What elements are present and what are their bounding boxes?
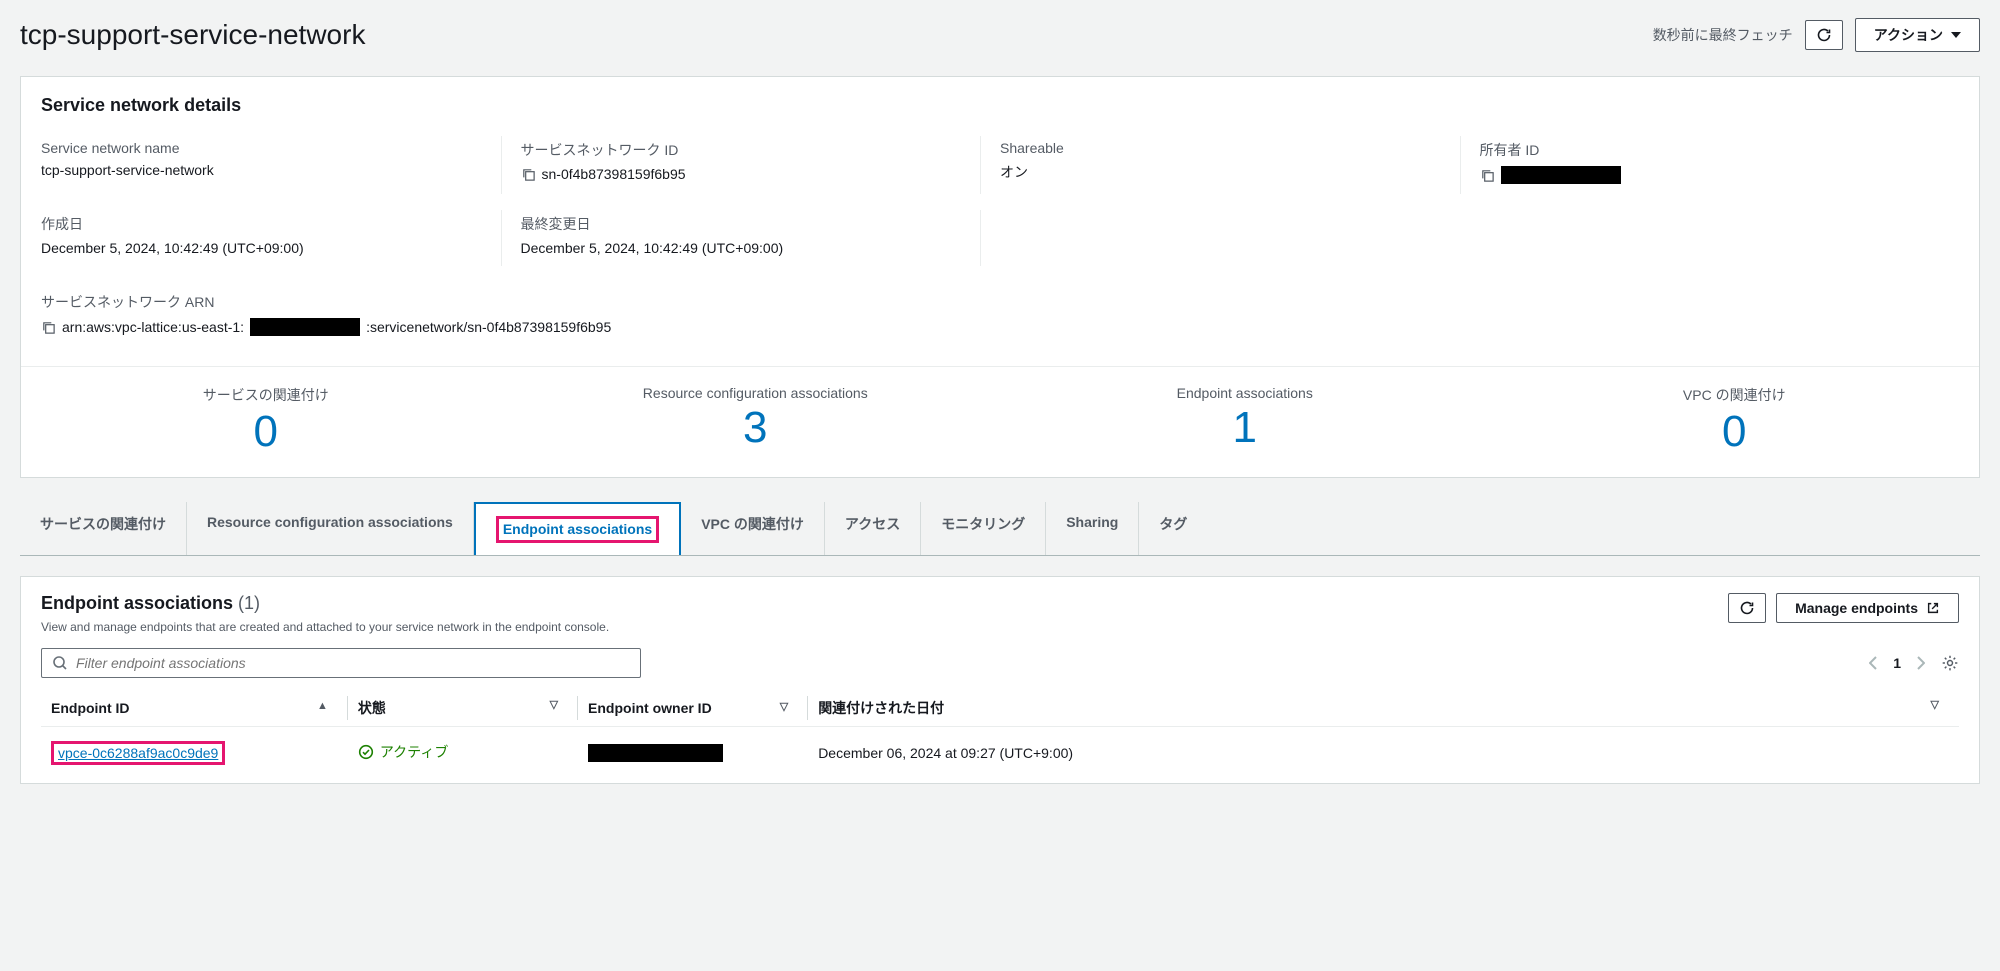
tab-resource-config[interactable]: Resource configuration associations xyxy=(187,502,474,555)
refresh-icon xyxy=(1739,600,1755,616)
table-row: vpce-0c6288af9ac0c9de9 アクティブ December 06… xyxy=(41,726,1959,783)
arn-prefix: arn:aws:vpc-lattice:us-east-1: xyxy=(62,319,244,335)
filter-box[interactable] xyxy=(41,648,641,678)
actions-button[interactable]: アクション xyxy=(1855,18,1980,52)
refresh-endpoint-button[interactable] xyxy=(1728,593,1766,623)
check-circle-icon xyxy=(358,744,374,760)
page-title: tcp-support-service-network xyxy=(20,19,365,51)
endpoint-title: Endpoint associations (1) xyxy=(41,593,260,613)
endpoint-id-link[interactable]: vpce-0c6288af9ac0c9de9 xyxy=(58,745,218,761)
next-page-icon[interactable] xyxy=(1917,656,1925,670)
owner-redacted xyxy=(1501,166,1621,184)
created-value: December 5, 2024, 10:42:49 (UTC+09:00) xyxy=(41,240,501,256)
tab-access[interactable]: アクセス xyxy=(825,502,921,555)
modified-value: December 5, 2024, 10:42:49 (UTC+09:00) xyxy=(521,240,981,256)
last-fetch-text: 数秒前に最終フェッチ xyxy=(1653,25,1793,45)
arn-suffix: :servicenetwork/sn-0f4b87398159f6b95 xyxy=(366,319,611,335)
col-endpoint-id[interactable]: Endpoint ID ▲ xyxy=(41,690,348,727)
external-link-icon xyxy=(1926,601,1940,615)
sort-icon: ▽ xyxy=(1931,698,1939,711)
copy-icon[interactable] xyxy=(1480,168,1495,183)
refresh-button[interactable] xyxy=(1805,20,1843,50)
stat-resource-config[interactable]: Resource configuration associations 3 xyxy=(511,367,1001,457)
tab-sharing[interactable]: Sharing xyxy=(1046,502,1139,555)
sort-icon: ▽ xyxy=(550,698,558,711)
tab-tags[interactable]: タグ xyxy=(1139,502,1207,555)
endpoint-desc: View and manage endpoints that are creat… xyxy=(41,620,609,634)
pagination: 1 xyxy=(1869,654,1959,672)
actions-label: アクション xyxy=(1874,25,1943,45)
arn-label: サービスネットワーク ARN xyxy=(41,292,1959,312)
details-panel-title: Service network details xyxy=(21,77,1979,130)
stat-endpoint-assoc[interactable]: Endpoint associations 1 xyxy=(1000,367,1490,457)
manage-endpoints-button[interactable]: Manage endpoints xyxy=(1776,593,1959,623)
tabs-bar: サービスの関連付け Resource configuration associa… xyxy=(20,502,1980,556)
tab-monitoring[interactable]: モニタリング xyxy=(921,502,1046,555)
stat-service-assoc[interactable]: サービスの関連付け 0 xyxy=(21,367,511,457)
status-badge: アクティブ xyxy=(358,742,448,762)
created-label: 作成日 xyxy=(41,214,501,234)
refresh-icon xyxy=(1816,27,1832,43)
id-value: sn-0f4b87398159f6b95 xyxy=(542,166,686,182)
copy-icon[interactable] xyxy=(41,320,56,335)
search-icon xyxy=(52,655,68,671)
tab-endpoint-assoc[interactable]: Endpoint associations xyxy=(474,502,681,555)
sort-icon: ▽ xyxy=(780,700,788,713)
col-owner[interactable]: Endpoint owner ID ▽ xyxy=(578,690,808,727)
shareable-value: オン xyxy=(1000,162,1460,182)
tab-vpc-assoc[interactable]: VPC の関連付け xyxy=(681,502,825,555)
service-network-details-panel: Service network details Service network … xyxy=(20,76,1980,478)
stat-vpc-assoc[interactable]: VPC の関連付け 0 xyxy=(1490,367,1980,457)
modified-label: 最終変更日 xyxy=(521,214,981,234)
id-label: サービスネットワーク ID xyxy=(521,140,981,160)
sort-asc-icon: ▲ xyxy=(317,700,328,712)
owner-redacted xyxy=(588,744,723,762)
name-label: Service network name xyxy=(41,140,501,156)
owner-label: 所有者 ID xyxy=(1480,140,1940,160)
gear-icon[interactable] xyxy=(1941,654,1959,672)
name-value: tcp-support-service-network xyxy=(41,162,501,178)
chevron-down-icon xyxy=(1951,32,1961,38)
copy-icon[interactable] xyxy=(521,167,536,182)
filter-input[interactable] xyxy=(76,655,630,671)
tab-service-assoc[interactable]: サービスの関連付け xyxy=(20,502,187,555)
arn-redacted xyxy=(250,318,360,336)
col-date[interactable]: 関連付けされた日付 ▽ xyxy=(808,690,1959,727)
endpoint-associations-panel: Endpoint associations (1) View and manag… xyxy=(20,576,1980,784)
assoc-date: December 06, 2024 at 09:27 (UTC+9:00) xyxy=(808,726,1959,783)
endpoint-table: Endpoint ID ▲ 状態 ▽ Endpoint owner ID ▽ 関… xyxy=(41,690,1959,783)
shareable-label: Shareable xyxy=(1000,140,1460,156)
col-state[interactable]: 状態 ▽ xyxy=(348,690,578,727)
prev-page-icon[interactable] xyxy=(1869,656,1877,670)
page-number: 1 xyxy=(1893,655,1901,671)
